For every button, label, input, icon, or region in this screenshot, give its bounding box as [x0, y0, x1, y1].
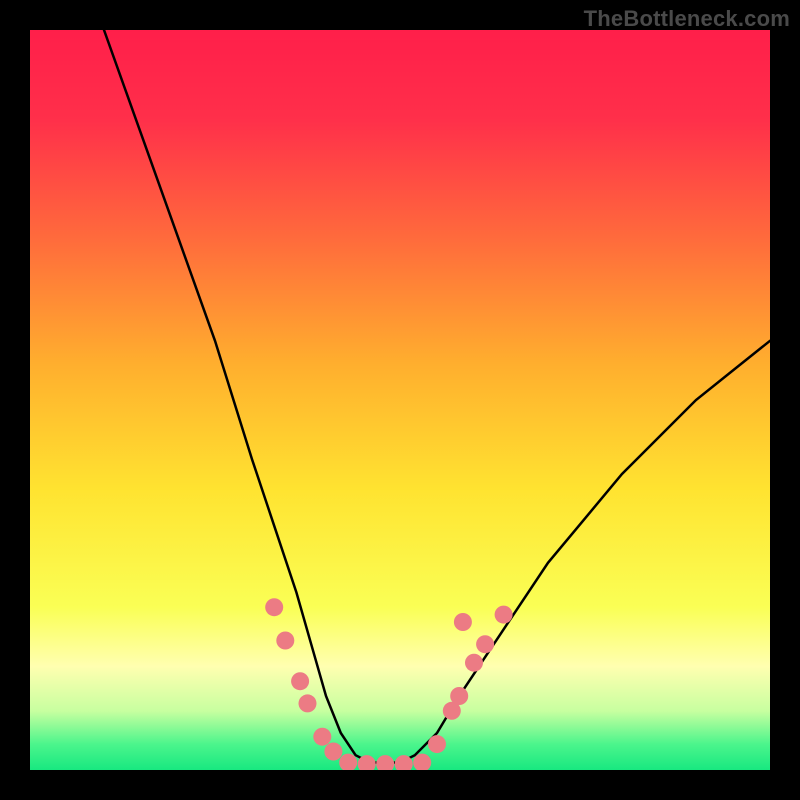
marker-dot	[291, 672, 309, 690]
marker-dot	[265, 598, 283, 616]
marker-dot	[299, 694, 317, 712]
marker-dot	[376, 755, 394, 770]
marker-dot	[276, 632, 294, 650]
marker-dot	[339, 754, 357, 770]
marker-dot	[495, 606, 513, 624]
marker-dot	[324, 743, 342, 761]
marker-dot	[476, 635, 494, 653]
marker-dot	[313, 728, 331, 746]
chart-svg	[30, 30, 770, 770]
marker-dot	[465, 654, 483, 672]
bottleneck-curve	[104, 30, 770, 763]
highlight-markers	[265, 598, 512, 770]
plot-area	[30, 30, 770, 770]
marker-dot	[413, 754, 431, 770]
marker-dot	[454, 613, 472, 631]
watermark-text: TheBottleneck.com	[584, 6, 790, 32]
marker-dot	[450, 687, 468, 705]
marker-dot	[428, 735, 446, 753]
